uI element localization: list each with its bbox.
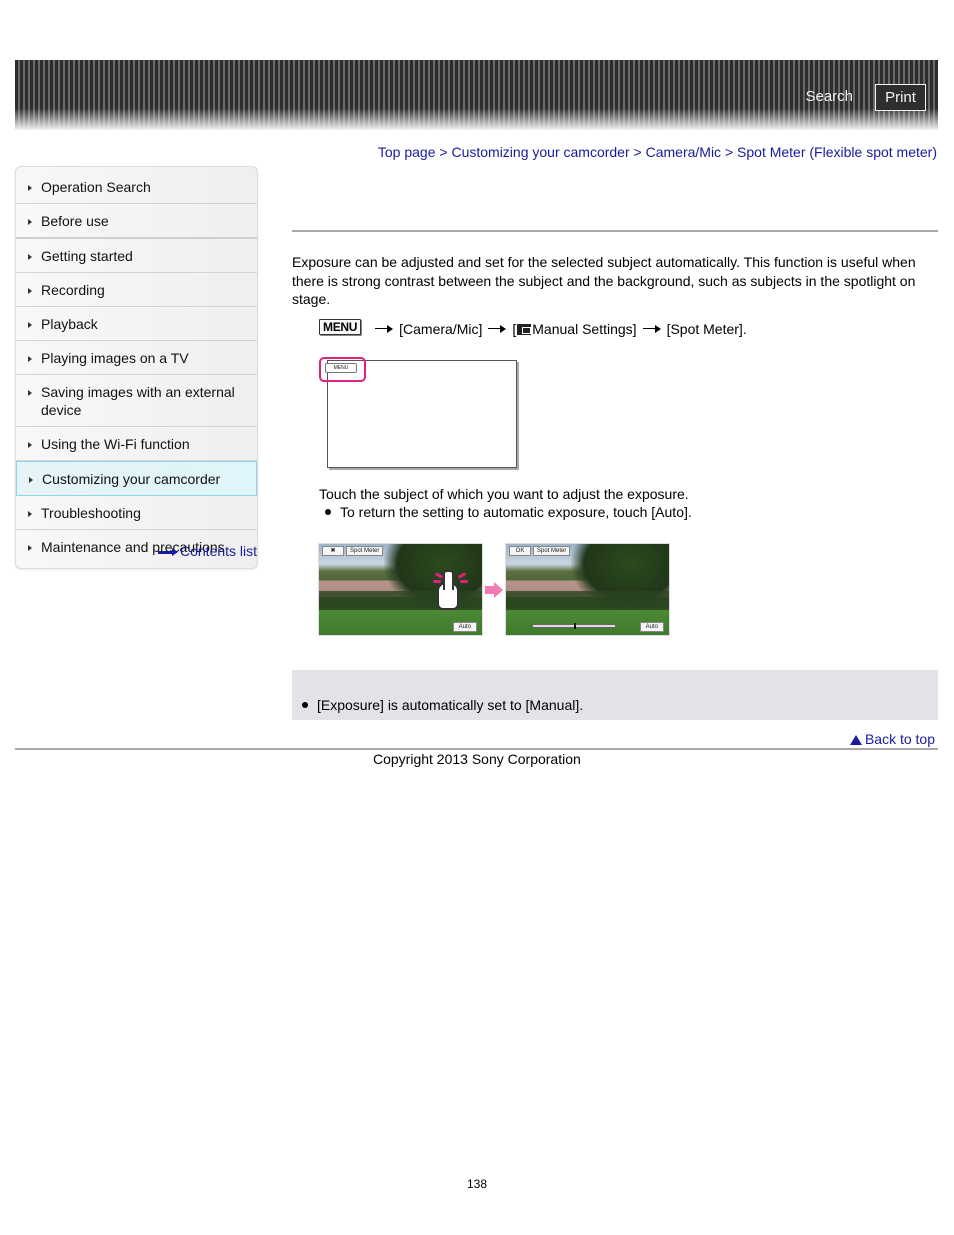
step-instruction: Touch the subject of which you want to a… xyxy=(319,486,689,502)
sidebar-item-label: Operation Search xyxy=(41,179,151,195)
caret-right-icon xyxy=(28,254,32,260)
sidebar-item-label: Using the Wi-Fi function xyxy=(41,436,190,452)
menu-highlight-outline xyxy=(319,357,366,382)
arrow-right-icon xyxy=(158,547,178,557)
page-number: 138 xyxy=(466,1177,488,1191)
caret-right-icon xyxy=(28,185,32,191)
caret-right-icon xyxy=(28,545,32,551)
copyright: Copyright 2013 Sony Corporation xyxy=(373,751,581,767)
sidebar-item-playing-on-tv[interactable]: Playing images on a TV xyxy=(16,341,257,375)
photo-auto-button: Auto xyxy=(639,622,664,632)
step-bullet: To return the setting to automatic expos… xyxy=(325,503,692,521)
breadcrumb: Top page > Customizing your camcorder > … xyxy=(378,144,937,160)
caret-right-icon xyxy=(28,322,32,328)
arrow-right-icon xyxy=(485,582,503,598)
title-divider xyxy=(292,230,938,232)
sidebar-item-label: Recording xyxy=(41,282,105,298)
manual-settings-icon xyxy=(517,323,532,335)
sidebar-item-label: Before use xyxy=(41,213,109,229)
sidebar-item-label: Playing images on a TV xyxy=(41,350,189,366)
intro-paragraph: Exposure can be adjusted and set for the… xyxy=(292,254,916,307)
back-to-top-label: Back to top xyxy=(864,731,935,747)
caret-right-icon xyxy=(28,288,32,294)
breadcrumb-camera-mic[interactable]: Camera/Mic xyxy=(646,144,721,160)
sidebar-item-label: Saving images with an external device xyxy=(41,384,235,418)
sidebar-nav: Operation Search Before use Getting star… xyxy=(15,166,258,569)
header-bar: Search Print xyxy=(15,60,938,130)
sidebar-item-label: Customizing your camcorder xyxy=(42,471,221,487)
footer-divider xyxy=(15,748,938,750)
caret-right-icon xyxy=(29,477,33,483)
sidebar-item-operation-search[interactable]: Operation Search xyxy=(16,167,257,204)
photo-title-label: Spot Meter xyxy=(533,546,571,556)
breadcrumb-separator: > xyxy=(439,144,452,160)
note-box: [Exposure] is automatically set to [Manu… xyxy=(292,670,938,720)
note-text: [Exposure] is automatically set to [Manu… xyxy=(317,697,584,713)
photo-hedge xyxy=(506,591,669,612)
sidebar-item-before-use[interactable]: Before use xyxy=(16,204,257,239)
menu-step-manual-settings: Manual Settings] xyxy=(532,321,637,337)
menu-step-bracket: [ xyxy=(512,321,517,337)
menu-step-spot-meter: [Spot Meter]. xyxy=(666,321,747,337)
arrow-right-icon xyxy=(375,324,394,333)
arrow-right-icon xyxy=(642,324,661,333)
breadcrumb-customizing[interactable]: Customizing your camcorder xyxy=(451,144,629,160)
photo-title-label: Spot Meter xyxy=(346,546,384,556)
slider-knob xyxy=(574,623,576,629)
arrow-right-icon xyxy=(488,324,507,333)
sidebar-item-troubleshooting[interactable]: Troubleshooting xyxy=(16,496,257,530)
breadcrumb-separator: > xyxy=(633,144,646,160)
print-button[interactable]: Print xyxy=(875,84,926,111)
breadcrumb-separator: > xyxy=(724,144,738,160)
sidebar-item-saving-images[interactable]: Saving images with an external device xyxy=(16,375,257,427)
spot-meter-photo-before: ✖ Spot Meter Auto xyxy=(318,543,483,636)
touch-hand-icon xyxy=(437,570,459,610)
tap-indicator-icon xyxy=(433,580,441,583)
breadcrumb-top-page[interactable]: Top page xyxy=(378,144,436,160)
sidebar-item-recording[interactable]: Recording xyxy=(16,273,257,307)
caret-right-icon xyxy=(28,390,32,396)
sidebar-item-playback[interactable]: Playback xyxy=(16,307,257,341)
sidebar-item-getting-started[interactable]: Getting started xyxy=(16,239,257,273)
sidebar-item-label: Playback xyxy=(41,316,98,332)
photo-ok-button: OK xyxy=(509,546,531,556)
triangle-up-icon xyxy=(849,735,862,745)
sidebar-item-customizing[interactable]: Customizing your camcorder xyxy=(16,461,257,496)
menu-button-icon: MENU xyxy=(319,318,362,335)
sidebar-item-label: Getting started xyxy=(41,248,133,264)
photo-close-button: ✖ xyxy=(322,546,344,556)
caret-right-icon xyxy=(28,356,32,362)
contents-list-link[interactable]: Contents list xyxy=(158,543,257,559)
tap-indicator-icon xyxy=(460,580,468,583)
bullet-icon xyxy=(302,702,308,708)
breadcrumb-spot-meter[interactable]: Spot Meter (Flexible spot meter) xyxy=(737,144,937,160)
spot-meter-photo-after: OK Spot Meter Auto xyxy=(505,543,670,636)
photo-auto-button: Auto xyxy=(452,622,477,632)
exposure-slider xyxy=(532,623,616,629)
caret-right-icon xyxy=(28,442,32,448)
bullet-icon xyxy=(325,509,331,515)
caret-right-icon xyxy=(28,511,32,517)
sidebar-item-wifi[interactable]: Using the Wi-Fi function xyxy=(16,427,257,461)
contents-list-label: Contents list xyxy=(180,543,258,559)
caret-right-icon xyxy=(28,219,32,225)
back-to-top-link[interactable]: Back to top xyxy=(849,731,935,747)
note-item: [Exposure] is automatically set to [Manu… xyxy=(302,696,583,714)
search-link[interactable]: Search xyxy=(805,88,853,105)
menu-step-camera-mic: [Camera/Mic] xyxy=(399,321,483,337)
menu-path: MENU [Camera/Mic] [ Manual Settings] [Sp… xyxy=(319,316,747,337)
step-bullet-text: To return the setting to automatic expos… xyxy=(340,504,692,520)
sidebar-item-label: Troubleshooting xyxy=(41,505,141,521)
